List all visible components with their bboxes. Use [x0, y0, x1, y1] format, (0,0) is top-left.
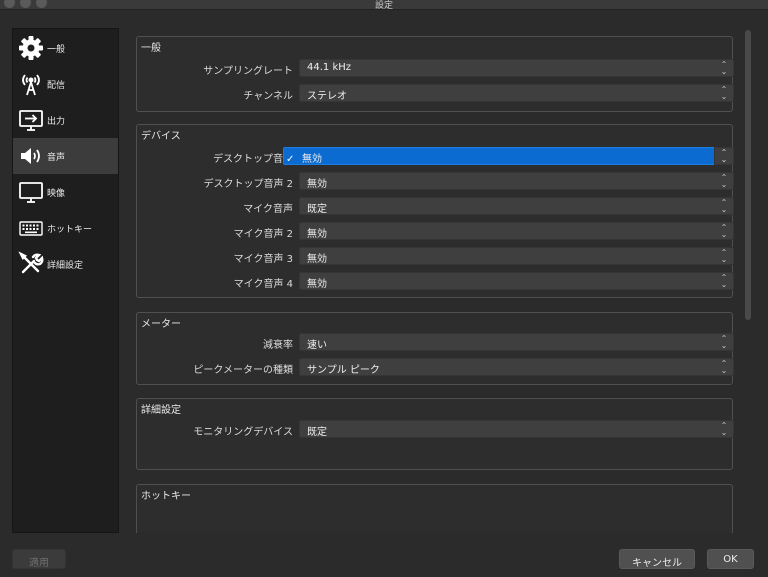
- select-value: サンプル ピーク: [307, 365, 380, 376]
- title-bar: 設定: [0, 0, 768, 11]
- sidebar-item-advanced[interactable]: 詳細設定: [13, 246, 118, 282]
- monitoring-device-row: モニタリングデバイス 既定 ⌃ ⌄: [137, 420, 734, 440]
- select-value: 速い: [307, 340, 327, 351]
- select-value: ステレオ: [307, 91, 347, 102]
- sample-rate-select[interactable]: 44.1 kHz ⌃ ⌄: [299, 59, 734, 77]
- mic-audio-3-row: マイク音声 3 無効 ⌃ ⌄: [137, 247, 734, 267]
- peak-meter-label: ピークメーターの種類: [193, 365, 293, 376]
- broadcast-antenna-icon: [13, 71, 47, 97]
- sidebar-item-hotkeys[interactable]: ホットキー: [13, 210, 118, 246]
- monitor-icon: [13, 179, 47, 205]
- settings-sidebar: 一般 配信 出力 音声 映像 ホットキー 詳細設定: [12, 28, 119, 533]
- sample-rate-label: サンプリングレート: [203, 66, 293, 77]
- hotkeys-group: ホットキー: [136, 484, 733, 533]
- decay-rate-label: 減衰率: [263, 340, 293, 351]
- checkmark-icon: ✓: [286, 154, 295, 165]
- mic-audio-3-label: マイク音声 3: [233, 254, 293, 265]
- decay-rate-row: 減衰率 速い ⌃ ⌄: [137, 333, 734, 353]
- sidebar-item-audio[interactable]: 音声: [13, 138, 118, 174]
- group-title: 一般: [141, 43, 161, 54]
- mic-audio-2-select[interactable]: 無効 ⌃ ⌄: [299, 222, 734, 240]
- chevron-updown-icon: ⌃ ⌄: [720, 60, 728, 76]
- ok-button[interactable]: OK: [707, 549, 754, 569]
- mic-audio-3-select[interactable]: 無効 ⌃ ⌄: [299, 247, 734, 265]
- sidebar-item-label: ホットキー: [47, 224, 93, 235]
- mic-audio-4-row: マイク音声 4 無効 ⌃ ⌄: [137, 272, 734, 292]
- cancel-button[interactable]: キャンセル: [619, 549, 695, 569]
- select-value: 無効: [307, 179, 327, 190]
- select-value: 既定: [307, 427, 327, 438]
- chevron-updown-icon: ⌃ ⌄: [720, 173, 728, 189]
- select-value: 既定: [307, 204, 327, 215]
- sidebar-item-output[interactable]: 出力: [13, 102, 118, 138]
- desktop-audio-2-row: デスクトップ音声 2 無効 ⌃ ⌄: [137, 172, 734, 192]
- sidebar-item-label: 配信: [47, 80, 66, 91]
- desktop-audio-2-label: デスクトップ音声 2: [203, 179, 293, 190]
- sidebar-item-video[interactable]: 映像: [13, 174, 118, 210]
- sidebar-item-label: 音声: [47, 152, 66, 163]
- advanced-group: 詳細設定 モニタリングデバイス 既定 ⌃ ⌄: [136, 398, 734, 470]
- desktop-audio-label: デスクトップ音声: [213, 154, 293, 165]
- audio-settings-panel[interactable]: 一般 サンプリングレート 44.1 kHz ⌃ ⌄ チャンネル ステレオ ⌃ ⌄ デ…: [124, 28, 738, 533]
- chevron-updown-icon: ⌃ ⌄: [720, 198, 728, 214]
- sidebar-item-label: 映像: [47, 188, 66, 199]
- select-value: 無効: [302, 154, 322, 165]
- select-arrow-box: ⌃ ⌄: [714, 147, 734, 165]
- desktop-audio-select[interactable]: ✓ 無効 ⌃ ⌄: [283, 147, 734, 165]
- sample-rate-row: サンプリングレート 44.1 kHz ⌃ ⌄: [137, 59, 734, 79]
- keyboard-icon: [13, 215, 47, 241]
- channels-label: チャンネル: [243, 91, 293, 102]
- desktop-audio-row: デスクトップ音声 ✓ 無効 ⌃ ⌄: [137, 147, 734, 167]
- sidebar-item-stream[interactable]: 配信: [13, 66, 118, 102]
- sidebar-item-label: 一般: [47, 44, 66, 55]
- group-title: メーター: [141, 319, 181, 330]
- chevron-updown-icon: ⌃ ⌄: [720, 85, 728, 101]
- group-title: 詳細設定: [141, 405, 181, 416]
- sidebar-item-label: 出力: [47, 116, 66, 127]
- peak-meter-select[interactable]: サンプル ピーク ⌃ ⌄: [299, 358, 734, 376]
- vertical-scrollbar[interactable]: [745, 30, 751, 320]
- chevron-updown-icon: ⌃ ⌄: [720, 273, 728, 289]
- meters-group: メーター 減衰率 速い ⌃ ⌄ ピークメーターの種類 サンプル ピーク ⌃ ⌄: [136, 312, 734, 385]
- monitoring-device-select[interactable]: 既定 ⌃ ⌄: [299, 420, 734, 438]
- mic-audio-2-row: マイク音声 2 無効 ⌃ ⌄: [137, 222, 734, 242]
- group-title: ホットキー: [141, 491, 191, 502]
- channels-row: チャンネル ステレオ ⌃ ⌄: [137, 84, 734, 104]
- mic-audio-4-label: マイク音声 4: [233, 279, 293, 290]
- mic-audio-select[interactable]: 既定 ⌃ ⌄: [299, 197, 734, 215]
- chevron-updown-icon: ⌃ ⌄: [720, 248, 728, 264]
- output-monitor-icon: [13, 107, 47, 133]
- channels-select[interactable]: ステレオ ⌃ ⌄: [299, 84, 734, 102]
- peak-meter-row: ピークメーターの種類 サンプル ピーク ⌃ ⌄: [137, 358, 734, 378]
- apply-button[interactable]: 適用: [12, 549, 66, 569]
- desktop-audio-2-select[interactable]: 無効 ⌃ ⌄: [299, 172, 734, 190]
- gear-icon: [13, 35, 47, 61]
- mic-audio-label: マイク音声: [243, 204, 293, 215]
- group-title: デバイス: [141, 131, 181, 142]
- chevron-updown-icon: ⌃ ⌄: [720, 421, 728, 437]
- devices-group: デバイス デスクトップ音声 ✓ 無効 ⌃ ⌄ デスクトップ音声 2 無効 ⌃ ⌄ マイ…: [136, 124, 734, 298]
- mic-audio-4-select[interactable]: 無効 ⌃ ⌄: [299, 272, 734, 290]
- select-value: 44.1 kHz: [307, 62, 352, 73]
- chevron-updown-icon: ⌃ ⌄: [720, 148, 728, 164]
- window-title: 設定: [374, 1, 393, 11]
- sidebar-item-label: 詳細設定: [47, 260, 84, 271]
- select-value: 無効: [307, 254, 327, 265]
- select-value: 無効: [307, 279, 327, 290]
- tools-icon: [13, 251, 47, 277]
- chevron-updown-icon: ⌃ ⌄: [720, 223, 728, 239]
- monitoring-device-label: モニタリングデバイス: [193, 427, 293, 438]
- sidebar-item-general[interactable]: 一般: [13, 30, 118, 66]
- chevron-updown-icon: ⌃ ⌄: [720, 334, 728, 350]
- mic-audio-2-label: マイク音声 2: [233, 229, 293, 240]
- decay-rate-select[interactable]: 速い ⌃ ⌄: [299, 333, 734, 351]
- select-value: 無効: [307, 229, 327, 240]
- speaker-icon: [13, 143, 47, 169]
- general-group: 一般 サンプリングレート 44.1 kHz ⌃ ⌄ チャンネル ステレオ ⌃ ⌄: [136, 36, 734, 112]
- chevron-updown-icon: ⌃ ⌄: [720, 359, 728, 375]
- mic-audio-row: マイク音声 既定 ⌃ ⌄: [137, 197, 734, 217]
